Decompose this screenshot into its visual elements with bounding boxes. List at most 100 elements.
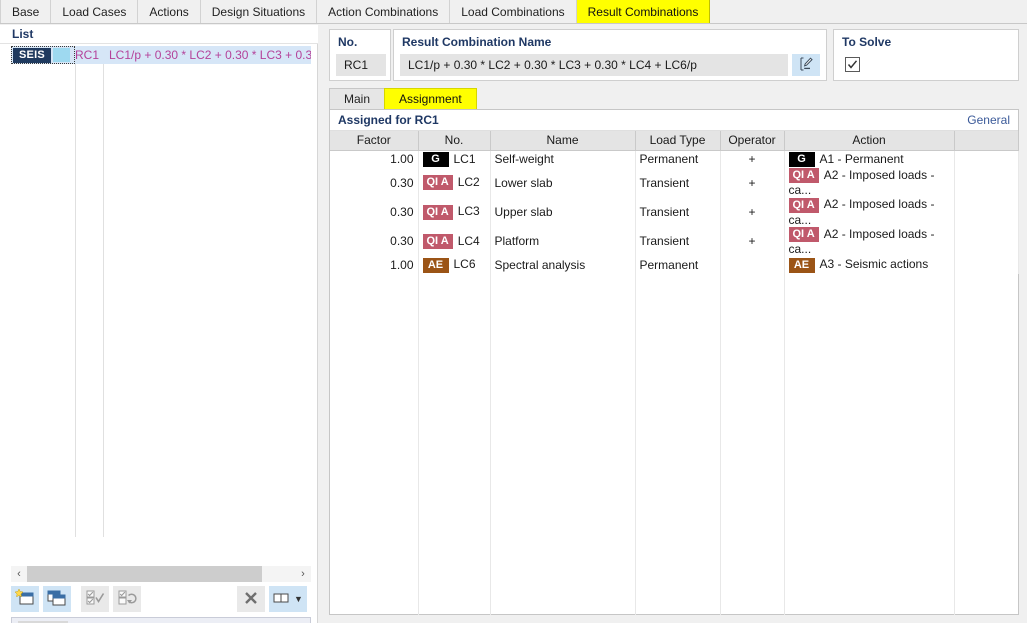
cell-load-type[interactable]: Permanent bbox=[635, 255, 721, 274]
cell-no[interactable]: AE LC6 bbox=[418, 255, 491, 274]
scroll-right-arrow-icon[interactable]: › bbox=[295, 566, 311, 582]
list-item-no: RC1 bbox=[75, 48, 100, 62]
detail-tab-assignment[interactable]: Assignment bbox=[384, 88, 477, 109]
load-case-number: LC2 bbox=[457, 175, 480, 189]
table-row[interactable]: 0.30 QI A LC4 Platform Transient + QI A A2 - Im… bbox=[330, 226, 1019, 256]
cell-name[interactable]: Platform bbox=[490, 226, 636, 256]
tab-label: Load Combinations bbox=[461, 4, 565, 19]
assignment-header: Assigned for RC1 General bbox=[330, 110, 1018, 131]
main-tab-actions[interactable]: Actions bbox=[138, 0, 201, 23]
cell-name[interactable]: Self-weight bbox=[490, 150, 636, 168]
assignment-panel: Assigned for RC1 General Factor No. Name… bbox=[329, 109, 1019, 615]
list-column-divider-1 bbox=[75, 46, 76, 537]
cell-extra[interactable] bbox=[954, 168, 1019, 198]
cell-extra[interactable] bbox=[954, 150, 1019, 168]
list-column-divider-2 bbox=[103, 46, 104, 537]
duplicate-item-button[interactable] bbox=[43, 586, 71, 612]
select-all-button[interactable] bbox=[81, 586, 109, 612]
cell-name[interactable]: Spectral analysis bbox=[490, 255, 636, 274]
list-panel-title: List bbox=[0, 25, 318, 44]
scroll-left-arrow-icon[interactable]: ‹ bbox=[11, 566, 27, 582]
table-row[interactable]: 1.00 G LC1 Self-weight Permanent + G A1 - Perma… bbox=[330, 150, 1019, 168]
column-header-loadtype[interactable]: Load Type bbox=[635, 131, 721, 151]
cell-action[interactable]: G A1 - Permanent bbox=[784, 150, 955, 168]
column-header-action[interactable]: Action bbox=[784, 131, 955, 151]
delete-item-button[interactable] bbox=[237, 586, 265, 612]
main-tab-result-combinations[interactable]: Result Combinations bbox=[576, 0, 711, 23]
scrollbar-thumb[interactable] bbox=[27, 566, 262, 582]
main-tab-base[interactable]: Base bbox=[0, 0, 52, 23]
load-case-badge: G bbox=[422, 151, 449, 167]
main-tab-action-combinations[interactable]: Action Combinations bbox=[317, 0, 451, 23]
table-row[interactable]: 1.00 AE LC6 Spectral analysis Permanent AE A3 … bbox=[330, 255, 1019, 274]
load-case-badge: QI A bbox=[422, 204, 453, 220]
cell-load-type[interactable]: Transient bbox=[635, 226, 721, 256]
table-header-row: Factor No. Name Load Type Operator Action bbox=[330, 131, 1019, 151]
cell-factor[interactable]: 0.30 bbox=[330, 226, 419, 256]
main-tab-load-cases[interactable]: Load Cases bbox=[51, 0, 139, 23]
cell-name[interactable]: Lower slab bbox=[490, 168, 636, 198]
cell-operator[interactable]: + bbox=[720, 150, 785, 168]
column-header-factor[interactable]: Factor bbox=[330, 131, 419, 151]
combination-list[interactable]: SEIS RC1 LC1/p + 0.30 * LC2 + 0.30 * LC3… bbox=[11, 45, 311, 537]
list-horizontal-scrollbar[interactable]: ‹ › bbox=[11, 566, 311, 582]
tab-label: Assignment bbox=[399, 92, 462, 106]
cell-operator[interactable]: + bbox=[720, 168, 785, 198]
cell-no[interactable]: QI A LC4 bbox=[418, 226, 491, 256]
copy-window-icon bbox=[47, 589, 67, 610]
table-row[interactable]: 0.30 QI A LC3 Upper slab Transient + QI A A2 - … bbox=[330, 197, 1019, 227]
scrollbar-track[interactable] bbox=[27, 566, 295, 582]
cell-factor[interactable]: 1.00 bbox=[330, 150, 419, 168]
result-combination-name-input[interactable]: LC1/p + 0.30 * LC2 + 0.30 * LC3 + 0.30 *… bbox=[400, 54, 788, 76]
load-case-badge: AE bbox=[422, 257, 449, 273]
cell-action[interactable]: QI A A2 - Imposed loads - ca... bbox=[784, 197, 955, 227]
cell-action[interactable]: AE A3 - Seismic actions bbox=[784, 255, 955, 274]
cell-extra[interactable] bbox=[954, 197, 1019, 227]
list-filter-dropdown[interactable]: All (1) ▾ bbox=[11, 617, 311, 623]
cell-name[interactable]: Upper slab bbox=[490, 197, 636, 227]
new-item-button[interactable] bbox=[11, 586, 39, 612]
action-badge: G bbox=[788, 151, 815, 167]
cell-operator[interactable]: + bbox=[720, 197, 785, 227]
cell-load-type[interactable]: Transient bbox=[635, 197, 721, 227]
cell-factor[interactable]: 0.30 bbox=[330, 168, 419, 198]
invert-selection-button[interactable] bbox=[113, 586, 141, 612]
column-header-no[interactable]: No. bbox=[418, 131, 491, 151]
list-item[interactable]: SEIS RC1 LC1/p + 0.30 * LC2 + 0.30 * LC3… bbox=[11, 46, 311, 64]
load-case-badge: QI A bbox=[422, 233, 453, 249]
edit-name-button[interactable] bbox=[792, 54, 820, 76]
detail-pane: No. RC1 Result Combination Name LC1/p + … bbox=[319, 25, 1027, 623]
cell-factor[interactable]: 0.30 bbox=[330, 197, 419, 227]
tab-label: Design Situations bbox=[211, 4, 306, 19]
detail-tab-main[interactable]: Main bbox=[329, 88, 386, 109]
cell-operator[interactable]: + bbox=[720, 226, 785, 256]
column-header-blank[interactable] bbox=[954, 131, 1019, 151]
tab-label: Actions bbox=[149, 4, 189, 19]
cell-load-type[interactable]: Permanent bbox=[635, 150, 721, 168]
assignment-title: Assigned for RC1 bbox=[338, 113, 439, 127]
tab-label: Base bbox=[12, 4, 40, 19]
view-layout-button[interactable]: ▼ bbox=[269, 586, 307, 612]
cell-extra[interactable] bbox=[954, 226, 1019, 256]
table-row[interactable]: 0.30 QI A LC2 Lower slab Transient + QI A A2 - … bbox=[330, 168, 1019, 198]
cell-no[interactable]: G LC1 bbox=[418, 150, 491, 168]
list-item-category-cell[interactable]: SEIS bbox=[11, 46, 75, 64]
no-field-value: RC1 bbox=[336, 54, 386, 76]
cell-action[interactable]: QI A A2 - Imposed loads - ca... bbox=[784, 168, 955, 198]
checkbox-check-icon bbox=[85, 589, 105, 610]
cell-load-type[interactable]: Transient bbox=[635, 168, 721, 198]
cell-no[interactable]: QI A LC2 bbox=[418, 168, 491, 198]
column-header-name[interactable]: Name bbox=[490, 131, 636, 151]
cell-no[interactable]: QI A LC3 bbox=[418, 197, 491, 227]
cell-factor[interactable]: 1.00 bbox=[330, 255, 419, 274]
general-link[interactable]: General bbox=[967, 113, 1010, 127]
to-solve-checkbox[interactable] bbox=[845, 57, 860, 72]
cell-operator[interactable] bbox=[720, 255, 785, 274]
action-badge: QI A bbox=[788, 168, 819, 184]
column-header-operator[interactable]: Operator bbox=[720, 131, 785, 151]
main-tab-design-situations[interactable]: Design Situations bbox=[200, 0, 318, 23]
chevron-down-icon[interactable]: ▼ bbox=[294, 594, 303, 604]
cell-action[interactable]: QI A A2 - Imposed loads - ca... bbox=[784, 226, 955, 256]
cell-extra[interactable] bbox=[954, 255, 1019, 274]
main-tab-load-combinations[interactable]: Load Combinations bbox=[450, 0, 577, 23]
